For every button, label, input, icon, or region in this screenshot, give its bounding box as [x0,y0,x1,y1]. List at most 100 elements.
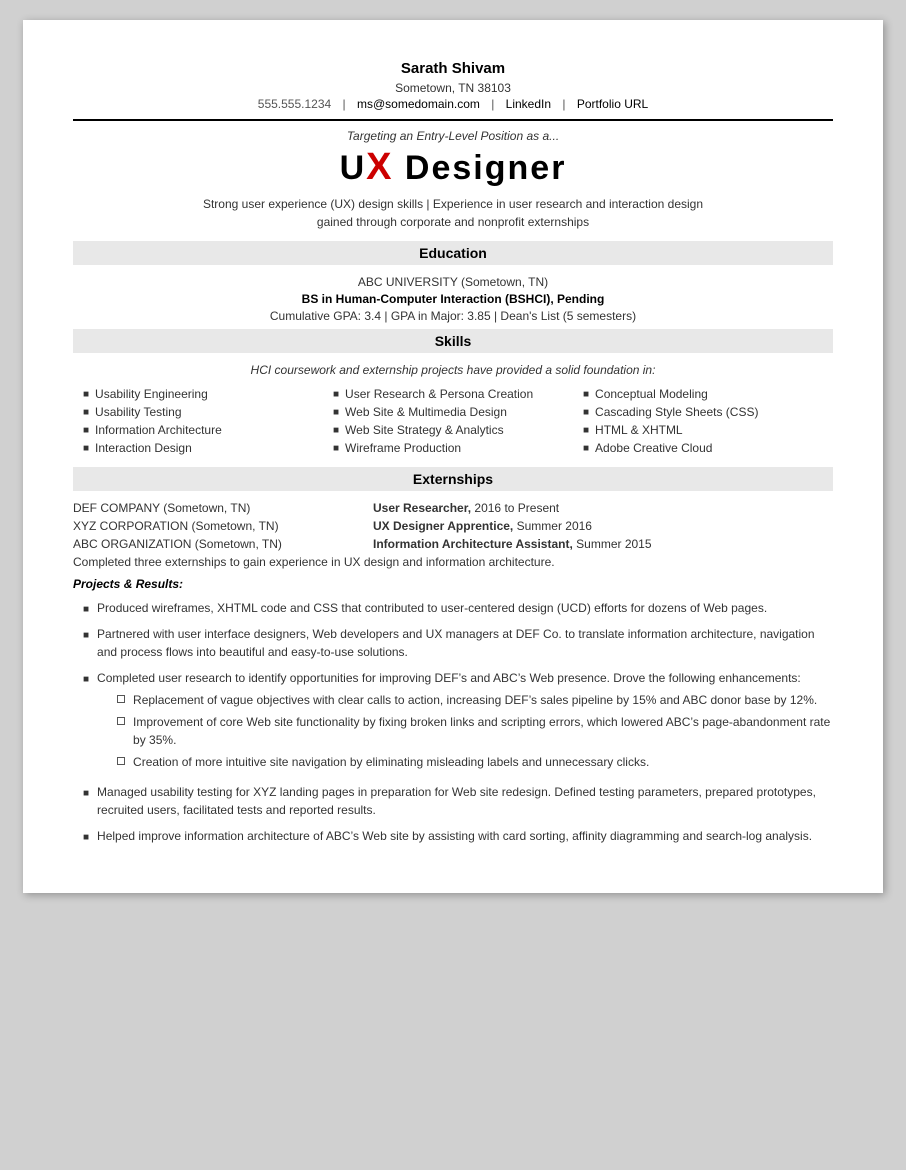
resume-page: Sarath Shivam Sometown, TN 38103 555.555… [23,20,883,893]
skill-item: ■ Conceptual Modeling [583,387,823,401]
title-x: X [366,146,393,188]
tagline: Strong user experience (UX) design skill… [73,195,833,231]
skill-text: Wireframe Production [345,441,461,455]
bullet-item: ■ Managed usability testing for XYZ landi… [83,783,833,819]
square-bullet-icon: ■ [83,628,89,643]
extern-role: Information Architecture Assistant, Summ… [373,537,652,551]
skill-bullet: ■ [583,407,589,418]
skill-item: ■ Usability Testing [83,405,323,419]
square-bullet-icon: ■ [83,672,89,687]
skill-bullet: ■ [333,443,339,454]
sub-bullet-list: Replacement of vague objectives with cle… [97,691,833,771]
square-bullet-icon: ■ [83,786,89,801]
extern-row: ABC ORGANIZATION (Sometown, TN) Informat… [73,537,833,551]
skill-text: Adobe Creative Cloud [595,441,712,455]
extern-company: ABC ORGANIZATION (Sometown, TN) [73,537,373,551]
bullet-text: Managed usability testing for XYZ landin… [97,783,833,819]
skill-text: HTML & XHTML [595,423,683,437]
sub-bullet-item: Replacement of vague objectives with cle… [117,691,833,709]
skill-text: Usability Testing [95,405,181,419]
bullet-item: ■ Produced wireframes, XHTML code and CSS… [83,599,833,617]
skill-item: ■ Information Architecture [83,423,323,437]
bullet-text: Helped improve information architecture … [97,827,812,845]
edu-gpa: Cumulative GPA: 3.4 | GPA in Major: 3.85… [73,309,833,323]
portfolio[interactable]: Portfolio URL [577,97,648,111]
bullet-text: Completed user research to identify oppo… [97,669,833,775]
education-section: ABC UNIVERSITY (Sometown, TN) BS in Huma… [73,275,833,323]
ux-title: UX Designer [73,147,833,189]
extern-company: XYZ CORPORATION (Sometown, TN) [73,519,373,533]
extern-row: XYZ CORPORATION (Sometown, TN) UX Design… [73,519,833,533]
projects-bullet-list: ■ Produced wireframes, XHTML code and CSS… [73,599,833,845]
skill-bullet: ■ [333,407,339,418]
skill-item: ■ Wireframe Production [333,441,573,455]
skill-item: ■ HTML & XHTML [583,423,823,437]
skill-text: User Research & Persona Creation [345,387,533,401]
skill-text: Conceptual Modeling [595,387,708,401]
projects-header: Projects & Results: [73,577,833,591]
skill-item: ■ Web Site & Multimedia Design [333,405,573,419]
skill-item: ■ Interaction Design [83,441,323,455]
skills-col1: ■ Usability Engineering ■ Usability Testing… [83,387,323,459]
externships-section: DEF COMPANY (Sometown, TN) User Research… [73,501,833,845]
skill-text: Usability Engineering [95,387,208,401]
extern-summary: Completed three externships to gain expe… [73,555,833,569]
sub-square-bullet-icon [117,717,125,725]
sub-bullet-text: Replacement of vague objectives with cle… [133,691,817,709]
skill-text: Interaction Design [95,441,192,455]
sub-bullet-item: Improvement of core Web site functionali… [117,713,833,749]
separator2: | [491,97,497,111]
sub-square-bullet-icon [117,695,125,703]
candidate-name: Sarath Shivam [73,60,833,77]
title-u: U [340,149,367,187]
skill-bullet: ■ [83,425,89,436]
extern-company: DEF COMPANY (Sometown, TN) [73,501,373,515]
skills-intro: HCI coursework and externship projects h… [73,363,833,377]
title-suffix: Designer [393,149,566,187]
skill-item: ■ User Research & Persona Creation [333,387,573,401]
skill-text: Information Architecture [95,423,222,437]
skills-col2: ■User Research & Persona Creation■Web Si… [333,387,573,459]
bullet-item: ■ Helped improve information architecture… [83,827,833,845]
skill-bullet: ■ [583,443,589,454]
skills-grid: ■ Usability Engineering ■ Usability Testing… [73,387,833,459]
extern-row: DEF COMPANY (Sometown, TN) User Research… [73,501,833,515]
skill-bullet: ■ [83,443,89,454]
phone: 555.555.1234 [258,97,331,111]
extern-role: UX Designer Apprentice, Summer 2016 [373,519,592,533]
sub-bullet-text: Improvement of core Web site functionali… [133,713,833,749]
square-bullet-icon: ■ [83,602,89,617]
skill-text: Web Site Strategy & Analytics [345,423,504,437]
sub-square-bullet-icon [117,757,125,765]
skill-item: ■ Usability Engineering [83,387,323,401]
skill-bullet: ■ [333,389,339,400]
header-divider [73,119,833,121]
skills-section-header: Skills [73,329,833,353]
targeting-line: Targeting an Entry-Level Position as a..… [73,129,833,143]
skill-text: Web Site & Multimedia Design [345,405,507,419]
skill-item: ■Web Site Strategy & Analytics [333,423,573,437]
contact-line: 555.555.1234 | ms@somedomain.com | Linke… [73,97,833,111]
skill-bullet: ■ [83,389,89,400]
email[interactable]: ms@somedomain.com [357,97,480,111]
bullet-text: Partnered with user interface designers,… [97,625,833,661]
skill-bullet: ■ [83,407,89,418]
extern-role: User Researcher, 2016 to Present [373,501,559,515]
edu-university: ABC UNIVERSITY (Sometown, TN) [73,275,833,289]
linkedin[interactable]: LinkedIn [506,97,551,111]
sub-bullet-item: Creation of more intuitive site navigati… [117,753,833,771]
square-bullet-icon: ■ [83,830,89,845]
skill-text: Cascading Style Sheets (CSS) [595,405,758,419]
skills-col3: ■ Conceptual Modeling ■ Cascading Style She… [583,387,823,459]
edu-degree: BS in Human-Computer Interaction (BSHCI)… [73,292,833,306]
education-section-header: Education [73,241,833,265]
tagline-line2: gained through corporate and nonprofit e… [317,215,589,229]
bullet-text: Produced wireframes, XHTML code and CSS … [97,599,767,617]
skill-bullet: ■ [583,425,589,436]
header-section: Sarath Shivam Sometown, TN 38103 555.555… [73,60,833,111]
tagline-line1: Strong user experience (UX) design skill… [203,197,703,211]
skill-bullet: ■ [583,389,589,400]
sub-bullet-text: Creation of more intuitive site navigati… [133,753,649,771]
skill-item: ■ Cascading Style Sheets (CSS) [583,405,823,419]
skill-item: ■ Adobe Creative Cloud [583,441,823,455]
